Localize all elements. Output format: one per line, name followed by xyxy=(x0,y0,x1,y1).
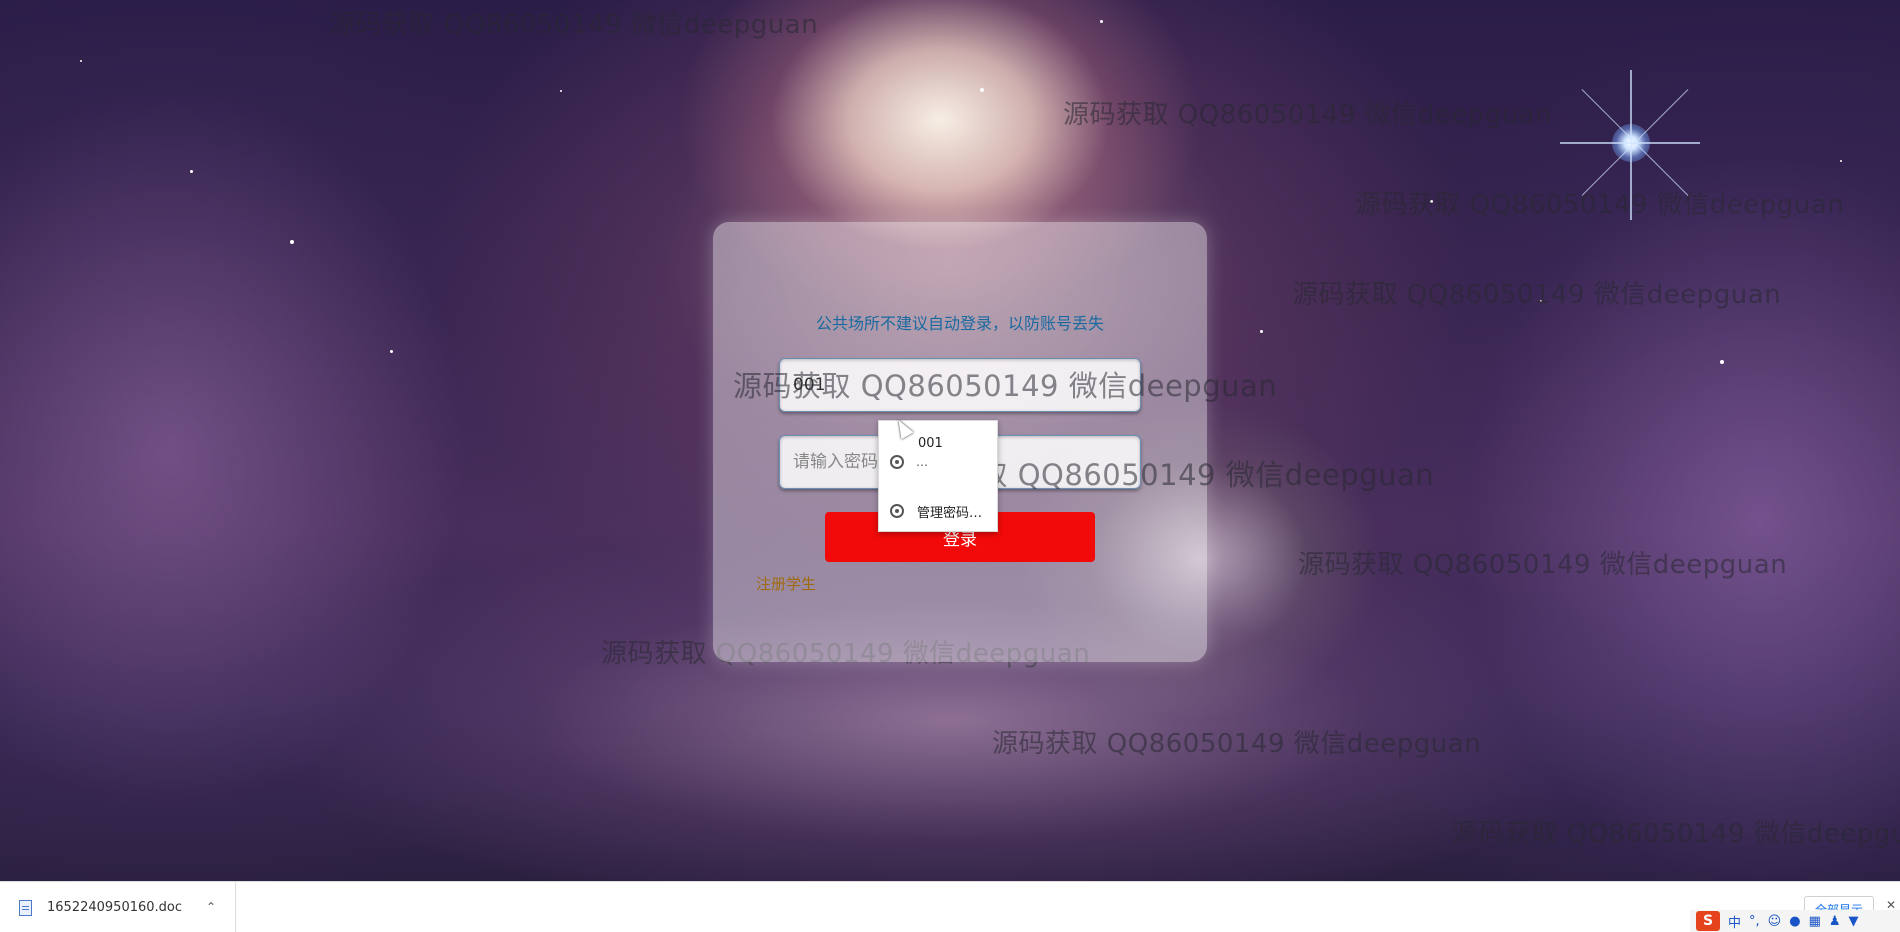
download-bar: 1652240950160.doc ⌃ 全部显示 ✕ xyxy=(0,881,1900,932)
masked-password: … xyxy=(916,455,928,469)
user-icon[interactable]: ♟ xyxy=(1829,914,1841,929)
document-icon xyxy=(19,899,32,916)
punctuation-icon[interactable]: °, xyxy=(1749,914,1760,929)
ime-mode-indicator[interactable]: 中 xyxy=(1728,912,1741,931)
autofill-suggestion[interactable]: 001 xyxy=(879,433,997,453)
star xyxy=(80,60,82,62)
star xyxy=(980,88,984,92)
star xyxy=(1100,20,1103,23)
star xyxy=(1840,160,1842,162)
star xyxy=(1540,300,1542,302)
chevron-up-icon[interactable]: ⌃ xyxy=(206,900,216,914)
star xyxy=(560,90,562,92)
download-item[interactable]: 1652240950160.doc ⌃ xyxy=(0,882,236,932)
skin-icon[interactable]: ▼ xyxy=(1849,914,1859,929)
keyboard-icon[interactable]: ▦ xyxy=(1809,914,1821,929)
username-field[interactable] xyxy=(779,358,1141,412)
star xyxy=(1260,330,1263,333)
download-file-name: 1652240950160.doc xyxy=(47,900,183,915)
manage-passwords-label: 管理密码… xyxy=(917,505,983,521)
key-icon xyxy=(890,455,904,469)
chrome-icon xyxy=(890,504,904,518)
manage-passwords-item[interactable]: 管理密码… xyxy=(879,501,997,521)
star xyxy=(290,240,294,244)
autofill-suggestion-username: 001 xyxy=(918,435,943,451)
star xyxy=(390,350,393,353)
security-notice: 公共场所不建议自动登录，以防账号丢失 xyxy=(815,314,1104,333)
register-student-link[interactable]: 注册学生 xyxy=(756,573,816,594)
star xyxy=(190,170,193,173)
microphone-icon[interactable]: ● xyxy=(1789,914,1800,929)
autofill-dropdown: 001 … 管理密码… xyxy=(878,420,998,532)
autofill-suggestion-password[interactable]: … xyxy=(879,453,997,471)
sogou-ime-logo[interactable]: S xyxy=(1696,911,1720,931)
ime-toolbar: S 中 °, ☺ ● ▦ ♟ ▼ xyxy=(1690,910,1900,932)
emoji-icon[interactable]: ☺ xyxy=(1768,914,1782,929)
star xyxy=(1720,360,1724,364)
star xyxy=(1430,200,1433,203)
